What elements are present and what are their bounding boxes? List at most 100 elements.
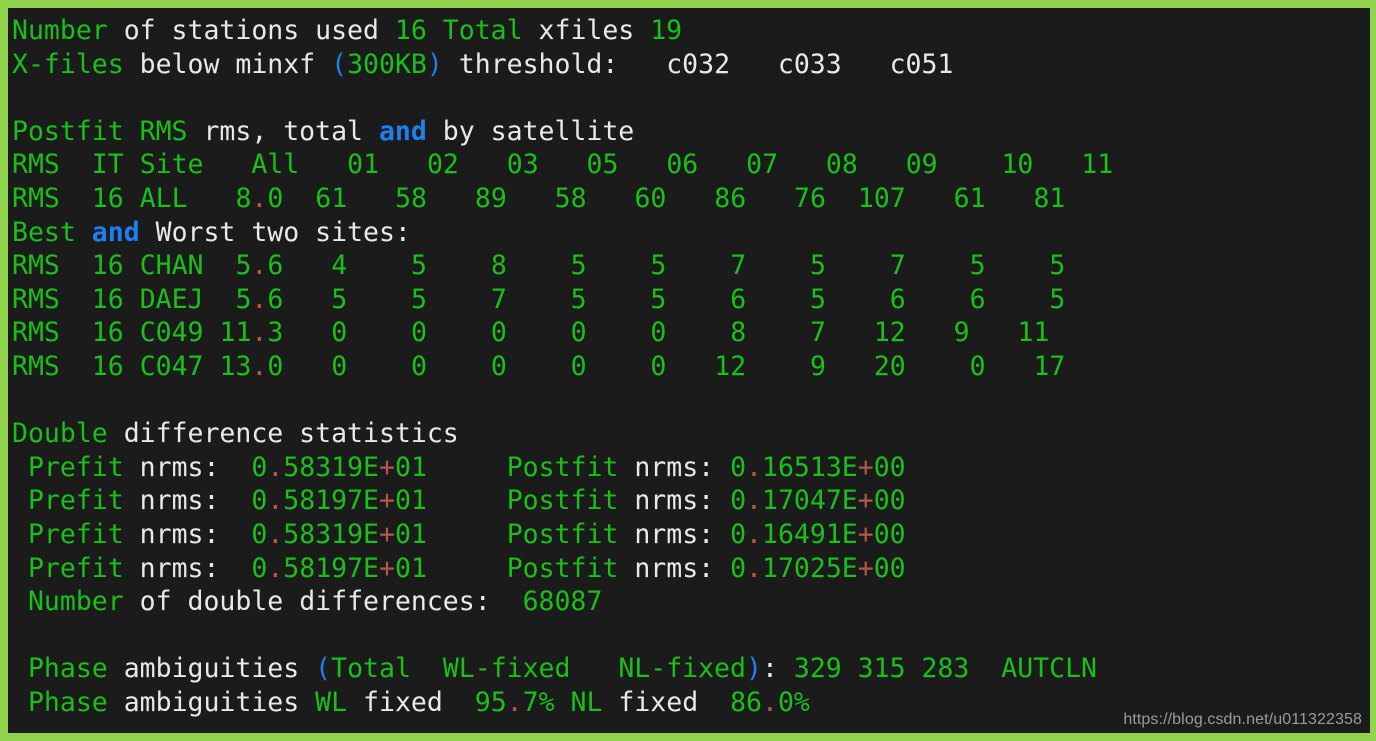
row-all-sat-05: 58 <box>554 182 587 214</box>
prefit-value-exp-2: 01 <box>394 485 427 517</box>
decimal-point-icon: . <box>251 283 268 315</box>
col-header-09: 09 <box>905 149 938 181</box>
rms-table-header-row: RMS IT Site All 01 02 03 05 06 07 08 09 … <box>12 148 1370 182</box>
ambiguities-text-1: ambiguities <box>107 653 316 685</box>
postfit-value-frac-2: 17047E <box>762 485 858 517</box>
row-all-sat-11: 81 <box>1033 182 1066 214</box>
row-daej-sat-07: 6 <box>730 283 747 315</box>
row-daej-value-int: 5 <box>235 283 252 315</box>
row-chan-it: 16 <box>91 250 124 282</box>
autcln-source: AUTCLN <box>969 653 1097 685</box>
prefit-value-frac-4: 58197E <box>283 552 380 584</box>
and-keyword: and <box>378 115 427 147</box>
postfit-value-int-4: 0 <box>730 552 747 584</box>
row-all-sat-10: 61 <box>953 182 986 214</box>
row-chan-rms: RMS <box>12 250 60 282</box>
minxf-threshold-value: 300KB <box>347 48 427 80</box>
decimal-point-icon: . <box>746 552 762 584</box>
decimal-point-icon: . <box>761 686 778 718</box>
paren-close-icon: ) <box>745 653 762 685</box>
rms-table-row-daej: RMS 16 DAEJ 5.6 5 5 7 5 5 6 5 6 6 5 <box>12 283 1370 317</box>
row-c049-sat-11: 11 <box>1017 317 1050 349</box>
row-c047-value-int: 13 <box>219 350 252 382</box>
xfiles-keyword: X-files <box>12 48 124 80</box>
ambiguities-text-2: ambiguities <box>107 686 316 718</box>
postfit-value-frac-4: 17025E <box>762 552 858 584</box>
plus-sign-icon: + <box>379 552 395 584</box>
col-header-11: 11 <box>1081 149 1114 181</box>
plus-sign-icon: + <box>857 518 874 550</box>
postfit-rms-heading: Postfit RMS rms, total and by satellite <box>12 115 1370 149</box>
number-keyword: Number <box>27 586 124 618</box>
decimal-point-icon: . <box>267 485 284 517</box>
fixed-text-2: fixed <box>602 686 731 718</box>
xfiles-text: xfiles <box>522 15 651 46</box>
row-chan-sat-07: 7 <box>730 250 747 282</box>
plus-sign-icon: + <box>379 451 395 483</box>
prefit-value-exp-3: 01 <box>394 518 427 550</box>
postfit-value-int-3: 0 <box>730 518 747 550</box>
postfit-value-exp-2: 00 <box>873 485 906 517</box>
row-daej-value-dec: 6 <box>267 283 284 315</box>
wl-fixed-label: WL-fixed <box>410 653 571 685</box>
postfit-nrms-text-3: nrms: <box>618 518 731 550</box>
prefit-value-frac-1: 58319E <box>283 451 380 483</box>
row-all-sat-07: 86 <box>714 182 747 214</box>
fixed-text-1: fixed <box>347 686 475 718</box>
phase-keyword-2: Phase <box>27 686 108 718</box>
rms-table-row-c049: RMS 16 C049 11.3 0 0 0 0 0 8 7 12 9 11 <box>12 316 1370 350</box>
row-c047-sat-05: 0 <box>570 350 587 382</box>
prefit-value-frac-2: 58197E <box>283 485 380 517</box>
row-all-sat-01: 61 <box>315 182 348 214</box>
postfit-rms-keyword: Postfit RMS <box>12 115 188 147</box>
row-c049-sat-08: 7 <box>810 317 826 349</box>
decimal-point-icon: . <box>746 451 762 483</box>
prefit-nrms-text-3: nrms: <box>123 518 252 550</box>
row-chan-value-int: 5 <box>235 250 252 282</box>
decimal-point-icon: . <box>746 518 762 550</box>
postfit-heading-text-2: by satellite <box>426 115 635 147</box>
terminal-output-pane[interactable]: Number of stations used 16 Total xfiles … <box>8 8 1370 733</box>
prefit-keyword-3: Prefit <box>27 518 124 550</box>
terminal-screenshot: Number of stations used 16 Total xfiles … <box>0 0 1376 741</box>
col-header-07: 07 <box>746 149 779 181</box>
col-header-site: Site <box>139 149 204 181</box>
phase-ambiguity-counts: 329 315 283 <box>793 653 970 685</box>
row-daej-sat-03: 7 <box>490 283 507 315</box>
best-keyword: Best <box>12 216 92 248</box>
prefit-keyword-4: Prefit <box>27 552 124 584</box>
row-c047-site: C047 <box>139 350 204 382</box>
row-daej-sat-01: 5 <box>331 283 348 315</box>
postfit-keyword-2: Postfit <box>506 485 619 517</box>
row-daej-rms: RMS <box>12 283 60 315</box>
decimal-point-icon: . <box>746 485 762 517</box>
row-c047-sat-02: 0 <box>411 350 427 382</box>
wl-label: WL <box>315 686 348 718</box>
stations-keyword: Number <box>12 15 108 46</box>
decimal-point-icon: . <box>251 317 268 349</box>
decimal-point-icon: . <box>251 350 268 382</box>
col-header-02: 02 <box>426 149 459 181</box>
col-header-it: IT <box>91 149 124 181</box>
row-c049-value-int: 11 <box>219 317 252 349</box>
double-differences-count: 68087 <box>522 586 603 618</box>
row-c047-sat-01: 0 <box>331 350 348 382</box>
row-c047-sat-03: 0 <box>490 350 507 382</box>
postfit-value-int-2: 0 <box>730 485 747 517</box>
row-c049-sat-10: 9 <box>953 317 970 349</box>
phase-ambiguities-percent-line: Phase ambiguities WL fixed 95.7% NL fixe… <box>12 686 1370 720</box>
row-c049-site: C049 <box>139 317 204 349</box>
nl-percent-frac: 0% <box>777 686 810 718</box>
paren-close-icon: ) <box>426 48 443 80</box>
row-c049-it: 16 <box>91 317 124 349</box>
col-header-06: 06 <box>666 149 699 181</box>
prefit-value-int-3: 0 <box>251 518 268 550</box>
paren-open-icon: ( <box>331 48 348 80</box>
postfit-keyword-1: Postfit <box>506 451 619 483</box>
row-c047-sat-10: 0 <box>969 350 986 382</box>
rms-table-row-all: RMS 16 ALL 8.0 61 58 89 58 60 86 76 107 … <box>12 182 1370 216</box>
row-all-site: ALL <box>139 182 188 214</box>
prefit-value-frac-3: 58319E <box>283 518 380 550</box>
